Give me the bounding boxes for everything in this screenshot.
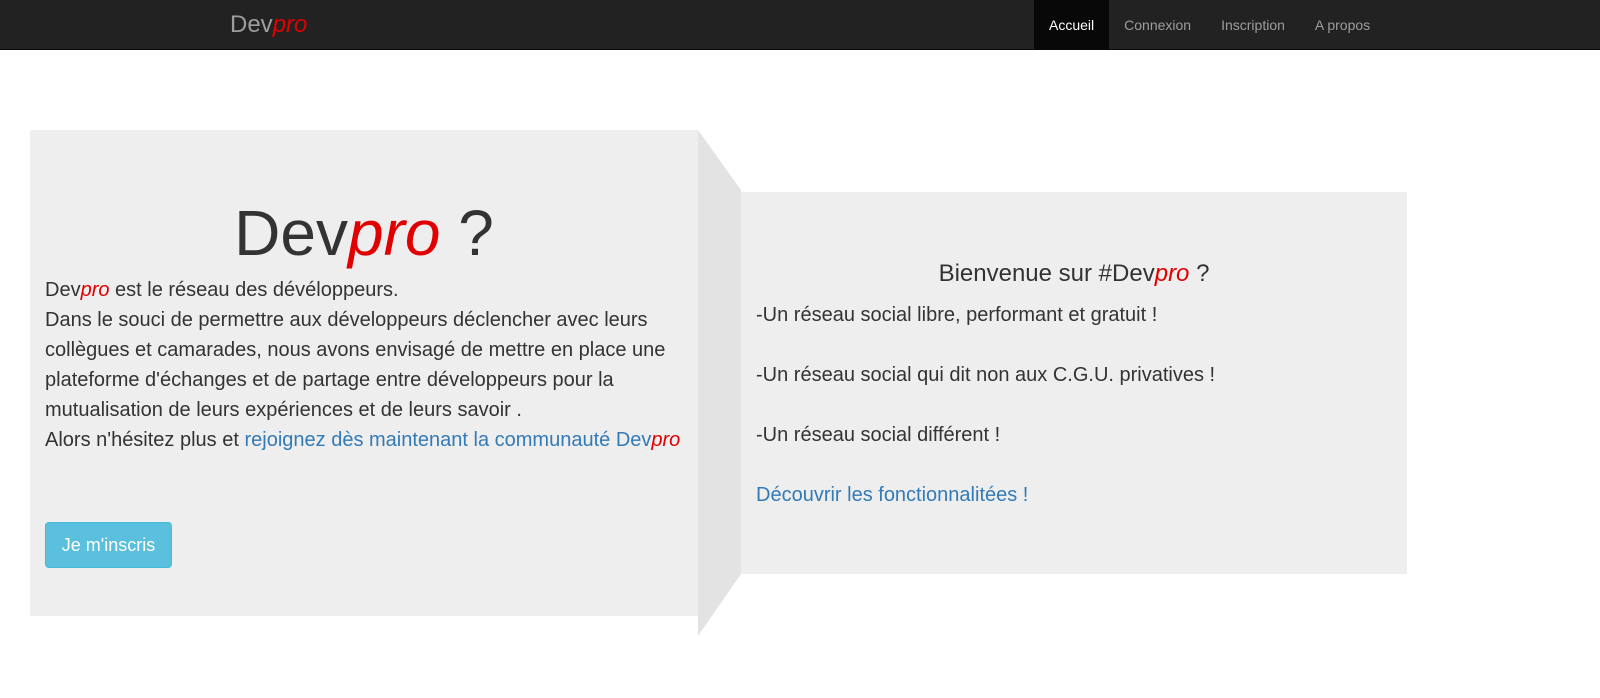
panel-fold-connector xyxy=(698,130,741,636)
hero-line1: est le réseau des dévéloppeurs. xyxy=(109,279,399,301)
nav-link-accueil[interactable]: Accueil xyxy=(1034,0,1110,49)
nav-link-a-propos[interactable]: A propos xyxy=(1300,0,1385,49)
join-community-link[interactable]: rejoignez dès maintenant la communauté D… xyxy=(244,429,680,451)
hero-brand-main: Dev xyxy=(45,279,81,301)
nav-link-connexion[interactable]: Connexion xyxy=(1109,0,1206,49)
welcome-title: Bienvenue sur #Devpro ? xyxy=(741,260,1407,288)
nav-link-inscription[interactable]: Inscription xyxy=(1206,0,1300,49)
brand-main-text: Dev xyxy=(230,11,273,38)
discover-features-link[interactable]: Découvrir les fonctionnalitées ! xyxy=(756,482,1028,508)
top-navbar: Devpro Accueil Connexion Inscription A p… xyxy=(0,0,1600,50)
nav-item-connexion: Connexion xyxy=(1109,0,1206,50)
nav-item-accueil: Accueil xyxy=(1034,0,1110,50)
hero-title-suffix: ? xyxy=(440,197,494,269)
feature-item: -Un réseau social libre, performant et g… xyxy=(756,304,1158,326)
feature-item: -Un réseau social qui dit non aux C.G.U.… xyxy=(756,364,1216,386)
hero-title-main: Dev xyxy=(234,197,348,269)
hero-brand-accent: pro xyxy=(80,279,110,301)
hero-panel: Devpro ? Devpro est le réseau des dévélo… xyxy=(30,130,698,616)
hero-cta-prefix: Alors n'hésitez plus et xyxy=(45,429,245,451)
hero-title-accent: pro xyxy=(347,197,441,269)
feature-item: -Un réseau social différent ! xyxy=(756,424,1001,446)
join-community-link-text: rejoignez dès maintenant la communauté D… xyxy=(244,429,652,451)
signup-button[interactable]: Je m'inscris xyxy=(45,522,172,568)
brand-accent-text: pro xyxy=(272,11,308,38)
nav-item-a-propos: A propos xyxy=(1300,0,1385,50)
nav-item-inscription: Inscription xyxy=(1206,0,1300,50)
welcome-title-accent: pro xyxy=(1154,260,1190,287)
welcome-panel: Bienvenue sur #Devpro ? -Un réseau socia… xyxy=(741,192,1407,574)
welcome-title-prefix: Bienvenue sur #Dev xyxy=(938,260,1155,287)
hero-title: Devpro ? xyxy=(30,195,698,271)
brand-logo[interactable]: Devpro xyxy=(230,12,307,38)
join-community-link-accent: pro xyxy=(651,429,681,451)
hero-intro: Devpro est le réseau des dévéloppeurs. D… xyxy=(45,275,695,455)
welcome-title-suffix: ? xyxy=(1189,260,1210,287)
hero-paragraph: Dans le souci de permettre aux développe… xyxy=(45,309,666,421)
nav-menu: Accueil Connexion Inscription A propos xyxy=(1034,0,1385,50)
